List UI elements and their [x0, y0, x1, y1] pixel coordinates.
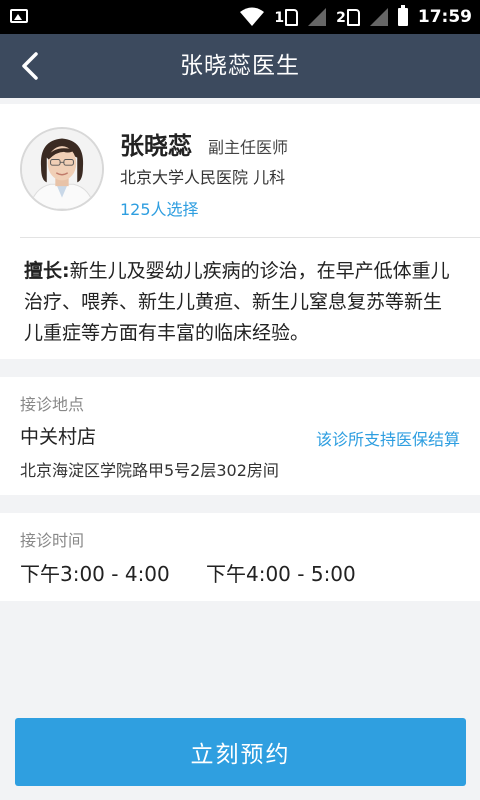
specialty-description: 擅长:新生儿及婴幼儿疾病的诊治，在早产低体重儿治疗、喂养、新生儿黄疸、新生儿窒息…: [24, 256, 456, 349]
doctor-title: 副主任医师: [208, 138, 289, 157]
sim-card-icon: [346, 8, 360, 26]
clock: 17:59: [417, 7, 472, 27]
location-section: 接诊地点 中关村店 该诊所支持医保结算 北京海淀区学院路甲5号2层302房间: [0, 377, 480, 495]
time-slot[interactable]: 下午3:00 - 4:00: [20, 558, 170, 587]
book-now-button[interactable]: 立刻预约: [15, 718, 466, 786]
divider: [20, 237, 480, 238]
sim2-indicator: 2: [336, 8, 360, 26]
gallery-icon: [10, 9, 28, 23]
battery-icon: [397, 5, 408, 26]
time-label: 接诊时间: [20, 531, 85, 550]
sim2-label: 2: [336, 9, 346, 26]
insurance-link[interactable]: 该诊所支持医保结算: [316, 426, 460, 450]
wifi-icon: [240, 7, 265, 26]
status-icons: 1 2 17:59: [240, 0, 472, 34]
doctor-hospital: 北京大学人民医院 儿科: [120, 168, 286, 187]
signal-icon: [369, 8, 388, 26]
page-title: 张晓蕊医生: [180, 53, 300, 79]
location-label: 接诊地点: [20, 395, 85, 414]
choose-count: 125人选择: [120, 200, 199, 219]
signal-icon: [308, 8, 327, 26]
time-slot[interactable]: 下午4:00 - 5:00: [206, 558, 356, 587]
sim1-label: 1: [274, 9, 285, 26]
sim-card-icon: [285, 8, 299, 26]
nav-bar: 张晓蕊医生: [0, 34, 480, 98]
clinic-name: 中关村店: [20, 426, 97, 448]
clinic-address: 北京海淀区学院路甲5号2层302房间: [20, 461, 279, 480]
specialty-label: 擅长:: [24, 260, 70, 282]
status-bar: 1 2 17:59: [0, 0, 480, 34]
doctor-card: 张晓蕊 副主任医师 北京大学人民医院 儿科 125人选择 擅长:新生儿及婴幼儿疾…: [0, 104, 480, 359]
doctor-avatar: [20, 127, 104, 211]
specialty-text: 新生儿及婴幼儿疾病的诊治，在早产低体重儿治疗、喂养、新生儿黄疸、新生儿窒息复苏等…: [24, 260, 450, 344]
sim1-indicator: 1: [274, 8, 299, 26]
doctor-name: 张晓蕊: [120, 132, 192, 160]
time-section: 接诊时间 下午3:00 - 4:00 下午4:00 - 5:00: [0, 513, 480, 601]
doctor-photo: [22, 129, 102, 209]
